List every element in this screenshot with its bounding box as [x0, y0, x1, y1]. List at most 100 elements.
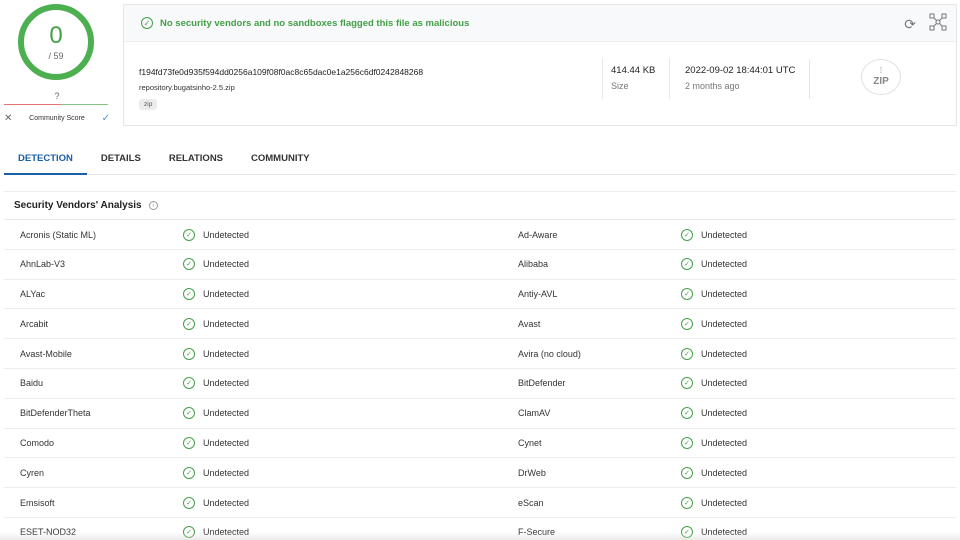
check-circle-icon: ✓ [183, 466, 195, 479]
check-icon[interactable]: ✓ [102, 113, 110, 124]
vendor-result: ✓ Undetected [681, 339, 747, 368]
table-row: Emsisoft ✓ Undetected eScan ✓ Undetected [4, 488, 956, 518]
tab-community[interactable]: COMMUNITY [237, 145, 324, 175]
result-label: Undetected [203, 438, 250, 449]
section-title: Security Vendors' Analysis [14, 200, 142, 211]
vendor-result: ✓ Undetected [183, 280, 249, 309]
vendor-result: ✓ Undetected [183, 339, 249, 368]
vendor-result: ✓ Undetected [681, 429, 747, 458]
check-circle-icon: ✓ [681, 258, 693, 271]
vendor-name: ClamAV [518, 408, 551, 419]
file-name: repository.bugatsinho-2.5.zip [139, 83, 235, 92]
check-circle-icon: ✓ [681, 347, 693, 360]
detection-score-ring: 0 / 59 [18, 4, 94, 80]
result-label: Undetected [203, 378, 250, 389]
table-row: Acronis (Static ML) ✓ Undetected Ad-Aware… [4, 220, 956, 250]
file-type-label: ZIP [873, 76, 889, 87]
vendor-result: ✓ Undetected [681, 399, 747, 428]
vendor-name: Arcabit [20, 318, 49, 329]
vendor-result: ✓ Undetected [681, 488, 747, 517]
check-circle-icon: ✓ [681, 288, 693, 301]
vendor-result: ✓ Undetected [681, 309, 747, 338]
vendor-name: ALYac [20, 289, 46, 300]
result-label: Undetected [203, 318, 250, 329]
vendor-result: ✓ Undetected [183, 309, 249, 338]
check-circle-icon: ✓ [681, 496, 693, 509]
community-score-value: ? [54, 91, 60, 101]
vendor-name: BitDefender [518, 378, 566, 389]
vendor-name: Baidu [20, 378, 44, 389]
vendor-result: ✓ Undetected [183, 458, 249, 487]
check-circle-icon: ✓ [681, 377, 693, 390]
scroll-fade [0, 532, 960, 540]
tab-bar: DETECTION DETAILS RELATIONS COMMUNITY [4, 145, 956, 175]
community-score-label: Community Score [29, 115, 85, 122]
info-icon[interactable]: i [148, 201, 158, 210]
check-circle-icon: ✓ [183, 228, 195, 241]
result-label: Undetected [701, 408, 748, 419]
vendor-result: ✓ Undetected [183, 488, 249, 517]
result-label: Undetected [203, 348, 250, 359]
vendor-name: BitDefenderTheta [20, 408, 91, 419]
table-row: ALYac ✓ Undetected Antiy-AVL ✓ Undetected [4, 280, 956, 310]
reanalyze-icon[interactable]: ⟳ [904, 16, 916, 33]
file-size-block: 414.44 KB Size [602, 59, 655, 99]
file-size-value: 414.44 KB [611, 65, 656, 76]
x-icon[interactable]: ✕ [4, 113, 12, 124]
check-circle-icon: ✓ [183, 347, 195, 360]
vendor-result: ✓ Undetected [183, 369, 249, 398]
vendor-result: ✓ Undetected [183, 429, 249, 458]
check-circle-icon: ✓ [681, 317, 693, 330]
detection-total: / 59 [48, 50, 64, 61]
result-label: Undetected [203, 408, 250, 419]
vendor-result: ✓ Undetected [681, 280, 747, 309]
check-circle-icon: ✓ [183, 407, 195, 420]
tab-detection[interactable]: DETECTION [4, 145, 87, 175]
tab-details[interactable]: DETAILS [87, 145, 155, 175]
vendors-table: Acronis (Static ML) ✓ Undetected Ad-Aware… [4, 219, 956, 540]
file-date-relative: 2 months ago [685, 81, 740, 91]
result-label: Undetected [203, 497, 250, 508]
tab-relations[interactable]: RELATIONS [155, 145, 237, 175]
vendor-name: Cynet [518, 438, 542, 449]
zipper-icon: ⁞ [879, 66, 883, 75]
vendor-name: Antiy-AVL [518, 289, 558, 300]
check-circle-icon: ✓ [681, 466, 693, 479]
file-tag[interactable]: zip [139, 99, 158, 110]
vendor-result: ✓ Undetected [183, 250, 249, 279]
zip-file-icon: ⁞ ZIP [861, 59, 901, 95]
table-row: AhnLab-V3 ✓ Undetected Alibaba ✓ Undetecte… [4, 250, 956, 280]
check-circle-icon: ✓ [681, 407, 693, 420]
check-circle-icon: ✓ [183, 377, 195, 390]
file-date-block: 2022-09-02 18:44:01 UTC 2 months ago [669, 59, 811, 99]
community-score-bar [4, 104, 108, 105]
result-label: Undetected [701, 229, 748, 240]
vendor-result: ✓ Undetected [681, 250, 747, 279]
vendor-name: Avast-Mobile [20, 348, 72, 359]
graph-icon[interactable] [929, 13, 947, 31]
file-hash[interactable]: f194fd73fe0d935f594dd0256a109f08f0ac8c65… [139, 67, 423, 77]
file-summary-card: ✓ No security vendors and no sandboxes f… [123, 4, 957, 126]
section-divider [4, 191, 956, 192]
check-circle-icon: ✓ [183, 317, 195, 330]
table-row: Avast-Mobile ✓ Undetected Avira (no cloud… [4, 339, 956, 369]
file-size-label: Size [611, 81, 629, 91]
score-panel: 0 / 59 ? ✕ Community Score ✓ [0, 0, 114, 130]
check-circle-icon: ✓ [183, 258, 195, 271]
section-header: Security Vendors' Analysis i [14, 200, 158, 211]
result-label: Undetected [701, 497, 748, 508]
check-circle-icon: ✓ [183, 437, 195, 450]
vendor-name: Avast [518, 318, 541, 329]
vendor-result: ✓ Undetected [681, 458, 747, 487]
file-date-value: 2022-09-02 18:44:01 UTC [685, 65, 796, 76]
vendor-name: Comodo [20, 438, 55, 449]
table-row: Comodo ✓ Undetected Cynet ✓ Undetected [4, 429, 956, 459]
vendor-result: ✓ Undetected [681, 220, 747, 249]
detection-count: 0 [49, 21, 63, 49]
vendor-name: AhnLab-V3 [20, 259, 66, 270]
result-label: Undetected [203, 259, 250, 270]
vendor-result: ✓ Undetected [681, 369, 747, 398]
result-label: Undetected [203, 229, 250, 240]
result-label: Undetected [701, 348, 748, 359]
result-label: Undetected [701, 259, 748, 270]
